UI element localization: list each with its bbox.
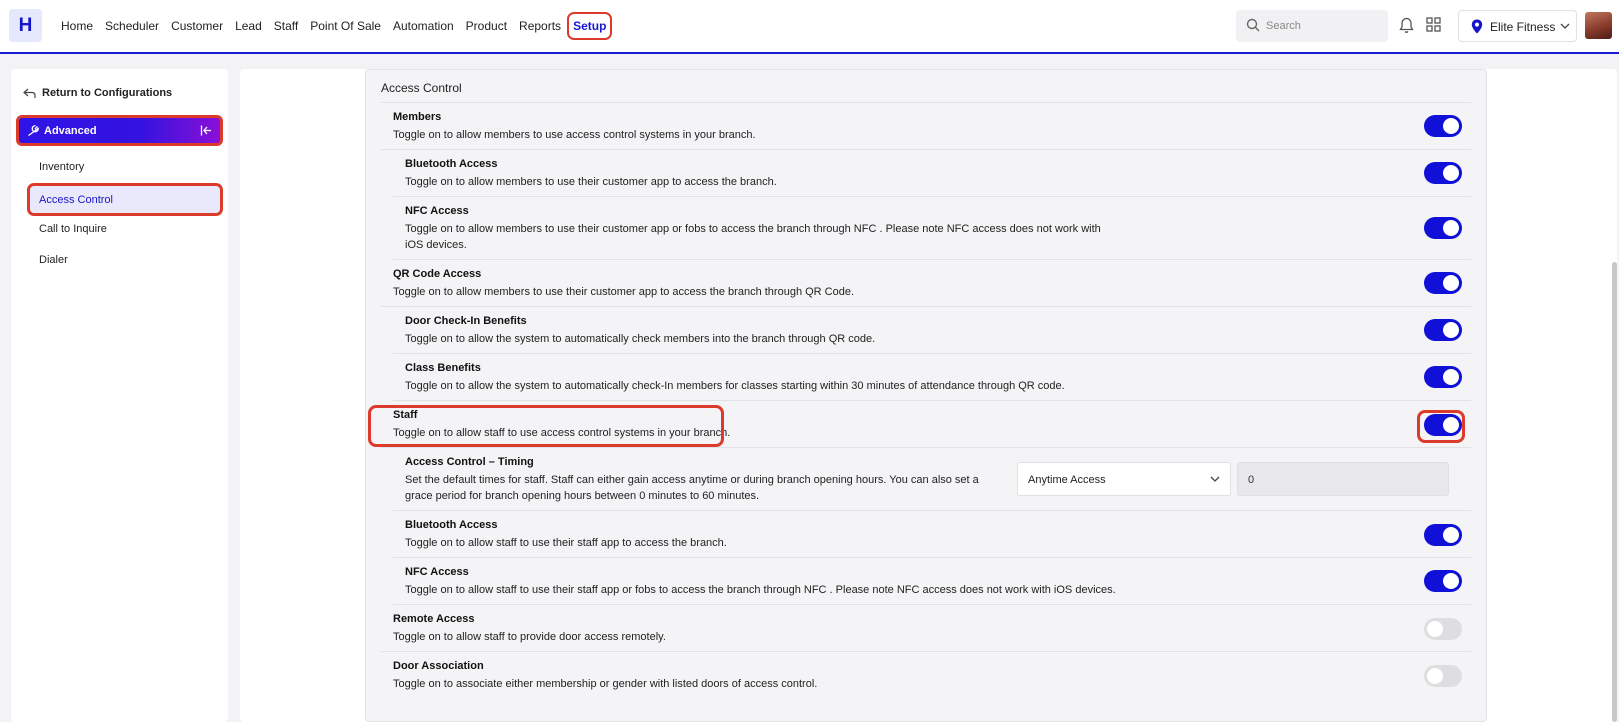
return-arrow-icon xyxy=(23,88,36,98)
sidebar-item-inventory[interactable]: Inventory xyxy=(39,161,84,173)
setting-row-staff-nfc: NFC Access Toggle on to allow staff to u… xyxy=(393,558,1471,605)
setting-title: Remote Access xyxy=(393,613,475,625)
nav-point-of-sale[interactable]: Point Of Sale xyxy=(310,19,381,33)
setting-description: Toggle on to allow the system to automat… xyxy=(405,380,1065,392)
member-nfc-toggle[interactable] xyxy=(1424,217,1462,239)
setting-title: Bluetooth Access xyxy=(405,158,498,170)
setting-description: Toggle on to allow members to use their … xyxy=(405,176,777,188)
setting-description: Toggle on to associate either membership… xyxy=(393,678,818,690)
return-label: Return to Configurations xyxy=(42,87,173,99)
advanced-label: Advanced xyxy=(44,125,97,137)
grace-period-input[interactable]: 0 xyxy=(1237,462,1449,496)
grace-period-value: 0 xyxy=(1248,474,1255,486)
setting-description: Toggle on to allow staff to use their st… xyxy=(405,584,1116,596)
location-pin-icon xyxy=(1471,19,1483,34)
qr-code-toggle[interactable] xyxy=(1424,272,1462,294)
staff-toggle-highlight xyxy=(1417,410,1465,443)
setting-title: QR Code Access xyxy=(393,268,482,280)
nav-lead[interactable]: Lead xyxy=(235,19,262,33)
setting-description: Toggle on to allow members to use access… xyxy=(393,129,756,141)
setting-title: Bluetooth Access xyxy=(405,519,498,531)
staff-bluetooth-toggle[interactable] xyxy=(1424,524,1462,546)
remote-access-toggle[interactable] xyxy=(1424,618,1462,640)
branch-selector[interactable]: Elite Fitness xyxy=(1458,10,1577,42)
setting-title: Access Control – Timing xyxy=(405,456,534,468)
access-control-card: Access Control Members Toggle on to allo… xyxy=(365,69,1487,722)
setting-description: Toggle on to allow staff to use their st… xyxy=(405,537,727,549)
setting-title: Class Benefits xyxy=(405,362,481,374)
nav-automation[interactable]: Automation xyxy=(393,19,454,33)
class-benefits-toggle[interactable] xyxy=(1424,366,1462,388)
setting-title: Door Association xyxy=(393,660,484,672)
app-logo[interactable]: H xyxy=(9,9,42,42)
setting-row-qr-code: QR Code Access Toggle on to allow member… xyxy=(381,260,1471,307)
nav-customer[interactable]: Customer xyxy=(171,19,223,33)
member-bluetooth-toggle[interactable] xyxy=(1424,162,1462,184)
setting-row-remote-access: Remote Access Toggle on to allow staff t… xyxy=(381,605,1471,652)
setting-row-staff-bluetooth: Bluetooth Access Toggle on to allow staf… xyxy=(393,511,1471,558)
members-toggle[interactable] xyxy=(1424,115,1462,137)
sidebar-item-access-control[interactable]: Access Control xyxy=(27,183,223,216)
main-nav: Home Scheduler Customer Lead Staff Point… xyxy=(61,0,624,52)
collapse-sidebar-icon[interactable] xyxy=(200,125,212,136)
setting-row-member-nfc: NFC Access Toggle on to allow members to… xyxy=(393,197,1471,260)
setting-description: Toggle on to allow members to use their … xyxy=(393,286,855,298)
setting-description: Toggle on to allow the system to automat… xyxy=(405,333,876,345)
setting-description: Toggle on to allow members to use their … xyxy=(405,223,1101,251)
door-check-in-toggle[interactable] xyxy=(1424,319,1462,341)
setting-description: Set the default times for staff. Staff c… xyxy=(405,474,979,502)
search-placeholder: Search xyxy=(1266,20,1301,32)
setting-title: Door Check-In Benefits xyxy=(405,315,527,327)
branch-name: Elite Fitness xyxy=(1490,20,1556,34)
chevron-down-icon xyxy=(1210,476,1220,482)
nav-reports[interactable]: Reports xyxy=(519,19,561,33)
nav-scheduler[interactable]: Scheduler xyxy=(105,19,159,33)
setting-row-access-timing: Access Control – Timing Set the default … xyxy=(393,448,1471,511)
apps-grid-icon[interactable] xyxy=(1426,17,1441,32)
user-avatar[interactable] xyxy=(1585,12,1612,39)
nav-staff[interactable]: Staff xyxy=(274,19,298,33)
setting-title: NFC Access xyxy=(405,566,469,578)
access-timing-value: Anytime Access xyxy=(1028,474,1106,486)
door-association-toggle[interactable] xyxy=(1424,665,1462,687)
section-title: Access Control xyxy=(381,81,462,95)
setting-title: Members xyxy=(393,111,442,123)
staff-nfc-toggle[interactable] xyxy=(1424,570,1462,592)
nav-setup[interactable]: Setup xyxy=(567,12,613,40)
sidebar-item-call-to-inquire[interactable]: Call to Inquire xyxy=(39,223,107,235)
access-timing-select[interactable]: Anytime Access xyxy=(1017,462,1231,496)
nav-product[interactable]: Product xyxy=(466,19,507,33)
nav-home[interactable]: Home xyxy=(61,19,93,33)
chevron-down-icon xyxy=(1560,23,1570,29)
setting-title: NFC Access xyxy=(405,205,469,217)
setting-row-members: Members Toggle on to allow members to us… xyxy=(381,103,1471,150)
main-content: Access Control Members Toggle on to allo… xyxy=(240,69,1617,722)
top-navbar: H Home Scheduler Customer Lead Staff Poi… xyxy=(0,0,1619,54)
staff-label-highlight xyxy=(368,405,724,447)
bell-icon[interactable] xyxy=(1399,17,1414,34)
setting-row-door-association: Door Association Toggle on to associate … xyxy=(381,652,1471,699)
search-input[interactable]: Search xyxy=(1236,10,1388,42)
setting-row-door-check-in: Door Check-In Benefits Toggle on to allo… xyxy=(393,307,1471,354)
page-scrollbar[interactable] xyxy=(1612,262,1617,722)
search-icon xyxy=(1246,18,1260,32)
sidebar-item-dialer[interactable]: Dialer xyxy=(39,254,68,266)
return-to-configurations-link[interactable]: Return to Configurations xyxy=(23,87,172,99)
advanced-section-header[interactable]: Advanced xyxy=(16,115,223,146)
setting-row-class-benefits: Class Benefits Toggle on to allow the sy… xyxy=(393,354,1471,401)
setting-row-member-bluetooth: Bluetooth Access Toggle on to allow memb… xyxy=(393,150,1471,197)
settings-sidebar: Return to Configurations Advanced Invent… xyxy=(11,69,228,722)
setting-description: Toggle on to allow staff to provide door… xyxy=(393,631,666,643)
wrench-icon xyxy=(28,125,39,137)
